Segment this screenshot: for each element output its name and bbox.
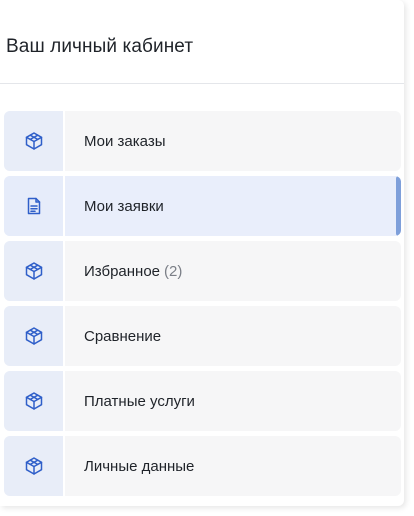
menu-item-label: Личные данные bbox=[84, 457, 195, 475]
menu-item-requests[interactable]: Мои заявки bbox=[4, 176, 401, 236]
account-menu: Мои заказы Мои заявки Избранное (2) Срав… bbox=[4, 111, 401, 501]
menu-item-favorites[interactable]: Избранное (2) bbox=[4, 241, 401, 301]
favorites-label: Избранное bbox=[84, 262, 161, 280]
document-icon bbox=[4, 176, 65, 236]
account-panel: Ваш личный кабинет Мои заказы Мои заявки… bbox=[0, 0, 404, 506]
menu-item-label: Избранное (2) bbox=[84, 263, 182, 280]
menu-item-paid-services[interactable]: Платные услуги bbox=[4, 371, 401, 431]
menu-item-label: Сравнение bbox=[84, 327, 162, 345]
cube-icon bbox=[4, 111, 65, 171]
active-indicator bbox=[396, 176, 401, 236]
favorites-count: (2) bbox=[164, 262, 183, 280]
menu-item-compare[interactable]: Сравнение bbox=[4, 306, 401, 366]
cube-icon bbox=[4, 241, 65, 301]
cube-icon bbox=[4, 371, 65, 431]
account-header: Ваш личный кабинет bbox=[0, 0, 404, 84]
cube-icon bbox=[4, 306, 65, 366]
menu-item-label: Мои заявки bbox=[84, 197, 164, 215]
menu-item-label: Мои заказы bbox=[84, 132, 166, 150]
page-title: Ваш личный кабинет bbox=[6, 36, 194, 57]
menu-item-personal-data[interactable]: Личные данные bbox=[4, 436, 401, 496]
menu-item-label: Платные услуги bbox=[84, 392, 195, 410]
cube-icon bbox=[4, 436, 65, 496]
menu-item-orders[interactable]: Мои заказы bbox=[4, 111, 401, 171]
